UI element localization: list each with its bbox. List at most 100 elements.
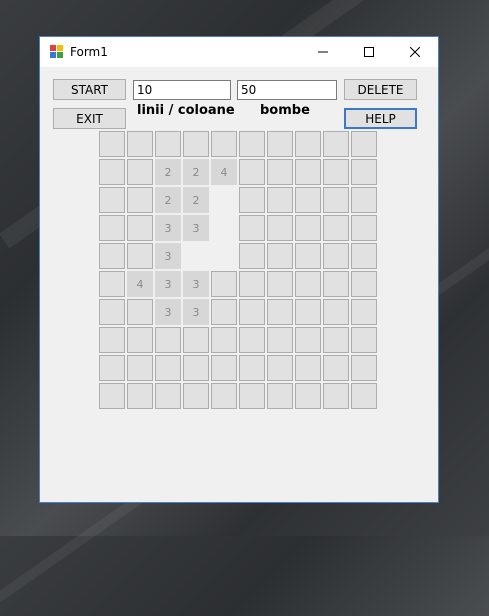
grid-cell[interactable]	[211, 131, 237, 157]
grid-cell[interactable]	[267, 299, 293, 325]
grid-cell[interactable]	[99, 327, 125, 353]
grid-cell[interactable]: 2	[183, 159, 209, 185]
grid-cell[interactable]	[351, 131, 377, 157]
grid-cell[interactable]	[99, 299, 125, 325]
grid-cell[interactable]	[295, 215, 321, 241]
grid-cell[interactable]: 3	[155, 299, 181, 325]
grid-cell[interactable]	[211, 215, 237, 241]
grid-cell[interactable]	[351, 355, 377, 381]
grid-cell[interactable]	[183, 355, 209, 381]
grid-cell[interactable]: 3	[183, 271, 209, 297]
grid-cell[interactable]	[127, 131, 153, 157]
grid-cell[interactable]	[239, 215, 265, 241]
grid-cell[interactable]: 3	[183, 215, 209, 241]
grid-cell[interactable]	[323, 131, 349, 157]
size-input[interactable]: 10	[133, 80, 231, 100]
grid-cell[interactable]	[155, 383, 181, 409]
grid-cell[interactable]	[211, 243, 237, 269]
grid-cell[interactable]	[211, 187, 237, 213]
grid-cell[interactable]	[127, 355, 153, 381]
grid-cell[interactable]	[239, 243, 265, 269]
grid-cell[interactable]	[351, 243, 377, 269]
grid-cell[interactable]	[127, 327, 153, 353]
grid-cell[interactable]	[99, 243, 125, 269]
close-button[interactable]	[392, 37, 438, 67]
grid-cell[interactable]	[183, 327, 209, 353]
grid-cell[interactable]: 2	[183, 187, 209, 213]
grid-cell[interactable]	[99, 271, 125, 297]
grid-cell[interactable]	[323, 299, 349, 325]
start-button[interactable]: START	[53, 79, 126, 100]
grid-cell[interactable]	[267, 271, 293, 297]
grid-cell[interactable]	[127, 383, 153, 409]
grid-cell[interactable]	[239, 131, 265, 157]
grid-cell[interactable]	[211, 355, 237, 381]
delete-button[interactable]: DELETE	[344, 79, 417, 100]
grid-cell[interactable]	[239, 187, 265, 213]
grid-cell[interactable]	[99, 355, 125, 381]
grid-cell[interactable]	[295, 271, 321, 297]
grid-cell[interactable]	[351, 187, 377, 213]
grid-cell[interactable]	[267, 355, 293, 381]
grid-cell[interactable]	[155, 327, 181, 353]
grid-cell[interactable]	[239, 355, 265, 381]
grid-cell[interactable]	[295, 243, 321, 269]
grid-cell[interactable]	[323, 271, 349, 297]
grid-cell[interactable]	[267, 215, 293, 241]
grid-cell[interactable]: 3	[183, 299, 209, 325]
grid-cell[interactable]	[183, 131, 209, 157]
grid-cell[interactable]: 3	[155, 243, 181, 269]
help-button[interactable]: HELP	[344, 108, 417, 129]
grid-cell[interactable]	[351, 159, 377, 185]
grid-cell[interactable]	[155, 355, 181, 381]
grid-cell[interactable]	[295, 383, 321, 409]
grid-cell[interactable]	[211, 271, 237, 297]
grid-cell[interactable]	[127, 215, 153, 241]
grid-cell[interactable]	[211, 383, 237, 409]
grid-cell[interactable]: 2	[155, 187, 181, 213]
grid-cell[interactable]	[239, 327, 265, 353]
grid-cell[interactable]	[211, 327, 237, 353]
grid-cell[interactable]	[127, 299, 153, 325]
grid-cell[interactable]	[155, 131, 181, 157]
grid-cell[interactable]	[323, 383, 349, 409]
grid-cell[interactable]: 4	[211, 159, 237, 185]
grid-cell[interactable]	[323, 327, 349, 353]
grid-cell[interactable]	[99, 187, 125, 213]
grid-cell[interactable]	[295, 131, 321, 157]
grid-cell[interactable]	[99, 159, 125, 185]
grid-cell[interactable]	[267, 327, 293, 353]
grid-cell[interactable]: 3	[155, 271, 181, 297]
grid-cell[interactable]	[351, 215, 377, 241]
grid-cell[interactable]	[267, 383, 293, 409]
grid-cell[interactable]	[99, 383, 125, 409]
grid-cell[interactable]	[351, 383, 377, 409]
grid-cell[interactable]	[351, 327, 377, 353]
title-bar[interactable]: Form1	[40, 37, 438, 67]
grid-cell[interactable]	[239, 271, 265, 297]
grid-cell[interactable]	[295, 355, 321, 381]
grid-cell[interactable]: 4	[127, 271, 153, 297]
grid-cell[interactable]: 3	[155, 215, 181, 241]
grid-cell[interactable]	[183, 243, 209, 269]
grid-cell[interactable]	[295, 327, 321, 353]
grid-cell[interactable]	[211, 299, 237, 325]
grid-cell[interactable]	[351, 299, 377, 325]
grid-cell[interactable]	[351, 271, 377, 297]
grid-cell[interactable]	[239, 159, 265, 185]
maximize-button[interactable]	[346, 37, 392, 67]
bombs-input[interactable]: 50	[237, 80, 337, 100]
grid-cell[interactable]	[295, 159, 321, 185]
grid-cell[interactable]	[267, 131, 293, 157]
grid-cell[interactable]	[323, 243, 349, 269]
grid-cell[interactable]	[183, 383, 209, 409]
minimize-button[interactable]	[300, 37, 346, 67]
grid-cell[interactable]	[99, 131, 125, 157]
exit-button[interactable]: EXIT	[53, 108, 126, 129]
grid-cell[interactable]	[127, 187, 153, 213]
grid-cell[interactable]	[295, 187, 321, 213]
grid-cell[interactable]: 2	[155, 159, 181, 185]
grid-cell[interactable]	[239, 383, 265, 409]
grid-cell[interactable]	[323, 187, 349, 213]
grid-cell[interactable]	[267, 159, 293, 185]
